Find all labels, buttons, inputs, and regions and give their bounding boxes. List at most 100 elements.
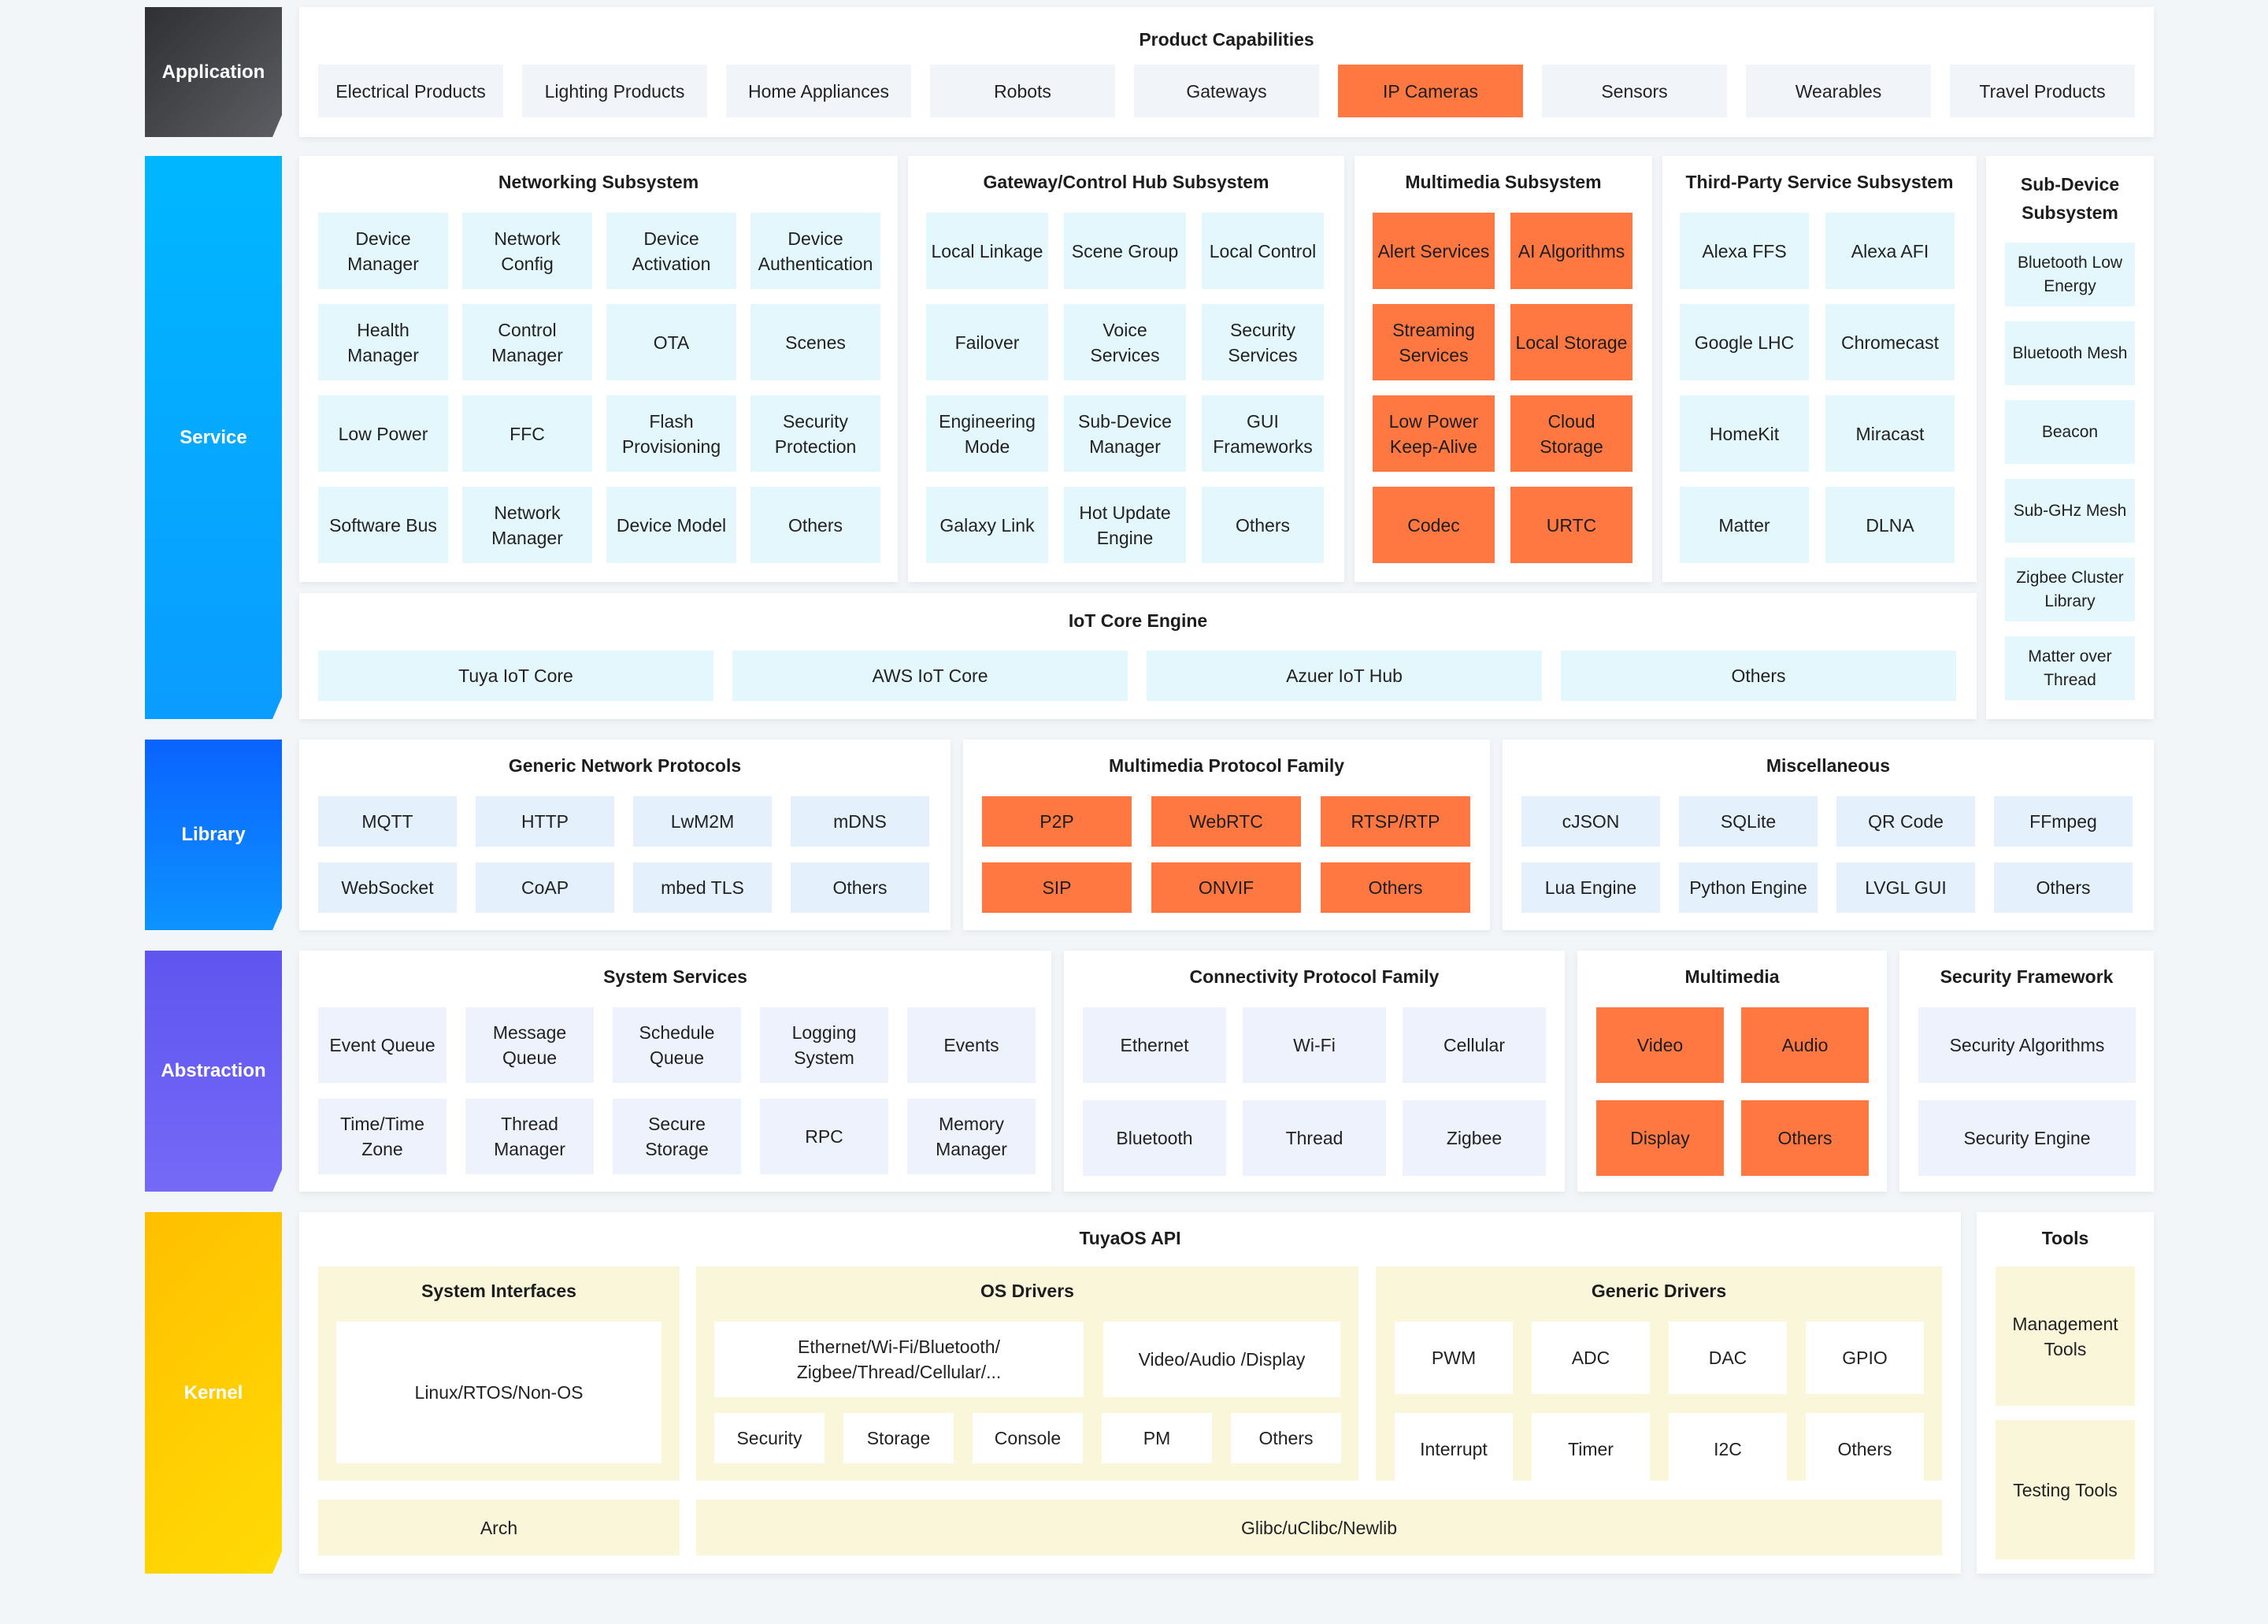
- multimedia-protocol-family-panel: Multimedia Protocol Family P2P WebRTC RTSP…: [963, 740, 1490, 930]
- networking-subsystem-panel: Networking Subsystem Device Manager Netwo…: [299, 156, 898, 582]
- abstraction-multimedia-panel: Multimedia Video Audio Display Others: [1577, 951, 1887, 1192]
- os-driver-pm: PM: [1102, 1413, 1212, 1463]
- networking-health-manager: Health Manager: [318, 304, 448, 380]
- product-ip-cameras: IP Cameras: [1338, 65, 1523, 117]
- os-drivers-group: OS Drivers Ethernet/Wi-Fi/Bluetooth/ Zig…: [696, 1266, 1358, 1481]
- system-service-events: Events: [907, 1007, 1036, 1083]
- system-service-secure-storage: Secure Storage: [613, 1099, 741, 1174]
- product-electrical-products: Electrical Products: [318, 65, 503, 117]
- networking-low-power: Low Power: [318, 395, 448, 472]
- generic-drivers-group: Generic Drivers PWM ADC DAC GPIO Interrupt Ti…: [1376, 1266, 1942, 1485]
- protocol-mbed-tls: mbed TLS: [633, 862, 772, 913]
- gateway-galaxy-link: Galaxy Link: [926, 487, 1048, 563]
- protocol-lwm2m: LwM2M: [633, 796, 772, 847]
- sub-device-subsystem-panel: Sub-Device Subsystem Bluetooth Low Energ…: [1986, 156, 2154, 719]
- multimedia-streaming-services: Streaming Services: [1373, 304, 1495, 380]
- networking-scenes: Scenes: [750, 304, 880, 380]
- third-party-google-lhc: Google LHC: [1680, 304, 1809, 380]
- connectivity-drivers-item: Ethernet/Wi-Fi/Bluetooth/ Zigbee/Thread/…: [714, 1322, 1084, 1397]
- system-service-thread-manager: Thread Manager: [465, 1099, 594, 1174]
- multimedia-codec: Codec: [1373, 487, 1495, 563]
- abs-multimedia-display: Display: [1596, 1100, 1724, 1176]
- sub-device-bluetooth-low-energy: Bluetooth Low Energy: [2005, 243, 2135, 306]
- multimedia-low-power-keep-alive: Low Power Keep-Alive: [1373, 395, 1495, 472]
- iot-core-engine-panel: IoT Core Engine Tuya IoT Core AWS IoT Cor…: [299, 593, 1977, 719]
- system-service-time-time-zone: Time/Time Zone: [318, 1099, 447, 1174]
- connectivity-thread: Thread: [1243, 1100, 1386, 1176]
- sub-device-sub-ghz-mesh: Sub-GHz Mesh: [2005, 479, 2135, 543]
- system-interfaces-title: System Interfaces: [421, 1281, 576, 1301]
- product-wearables: Wearables: [1746, 65, 1931, 117]
- layer-label-service: Service: [145, 156, 282, 719]
- networking-network-manager: Network Manager: [462, 487, 592, 563]
- multimedia-subsystem-panel: Multimedia Subsystem Alert Services AI Al…: [1354, 156, 1652, 582]
- iot-core-engine-title: IoT Core Engine: [1068, 610, 1208, 631]
- media-protocol-p2p: P2P: [982, 796, 1132, 847]
- product-gateways: Gateways: [1134, 65, 1319, 117]
- gateway-security-services: Security Services: [1202, 304, 1324, 380]
- networking-others: Others: [750, 487, 880, 563]
- gateway-local-control: Local Control: [1202, 213, 1324, 289]
- security-framework-title: Security Framework: [1940, 966, 2114, 987]
- misc-qr-code: QR Code: [1836, 796, 1975, 847]
- multimedia-subsystem-title: Multimedia Subsystem: [1405, 172, 1602, 192]
- os-driver-security: Security: [714, 1413, 825, 1463]
- misc-lua-engine: Lua Engine: [1521, 862, 1660, 913]
- sub-device-subsystem-title: Sub-Device Subsystem: [2020, 174, 2120, 223]
- generic-driver-gpio: GPIO: [1806, 1322, 1924, 1394]
- media-drivers-item: Video/Audio /Display: [1103, 1322, 1340, 1397]
- third-party-homekit: HomeKit: [1680, 395, 1809, 472]
- protocol-mqtt: MQTT: [318, 796, 457, 847]
- third-party-matter: Matter: [1680, 487, 1809, 563]
- third-party-dlna: DLNA: [1825, 487, 1955, 563]
- product-robots: Robots: [930, 65, 1115, 117]
- networking-device-model: Device Model: [606, 487, 736, 563]
- misc-ffmpeg: FFmpeg: [1994, 796, 2133, 847]
- misc-cjson: cJSON: [1521, 796, 1660, 847]
- gateway-local-linkage: Local Linkage: [926, 213, 1048, 289]
- product-capabilities-title: Product Capabilities: [1139, 29, 1314, 50]
- gateway-engineering-mode: Engineering Mode: [926, 395, 1048, 472]
- layer-label-library: Library: [145, 740, 282, 930]
- generic-driver-i2c: I2C: [1669, 1413, 1787, 1485]
- media-protocol-others: Others: [1321, 862, 1470, 913]
- system-service-memory-manager: Memory Manager: [907, 1099, 1036, 1174]
- networking-flash-provisioning: Flash Provisioning: [606, 395, 736, 472]
- security-security-algorithms: Security Algorithms: [1918, 1007, 2136, 1083]
- sub-device-zigbee-cluster-library: Zigbee Cluster Library: [2005, 558, 2135, 621]
- generic-driver-interrupt: Interrupt: [1395, 1413, 1513, 1485]
- multimedia-alert-services: Alert Services: [1373, 213, 1495, 289]
- system-service-message-queue: Message Queue: [465, 1007, 594, 1083]
- layer-label-abstraction: Abstraction: [145, 951, 282, 1192]
- tool-testing-tools: Testing Tools: [1996, 1420, 2135, 1559]
- third-party-alexa-afi: Alexa AFI: [1825, 213, 1955, 289]
- product-home-appliances: Home Appliances: [726, 65, 911, 117]
- system-service-rpc: RPC: [760, 1099, 888, 1174]
- gateway-subsystem-panel: Gateway/Control Hub Subsystem Local Link…: [908, 156, 1344, 582]
- gateway-voice-services: Voice Services: [1064, 304, 1186, 380]
- generic-driver-others: Others: [1806, 1413, 1924, 1485]
- connectivity-ethernet: Ethernet: [1083, 1007, 1226, 1083]
- iot-core-tuya-iot-core: Tuya IoT Core: [318, 651, 713, 701]
- product-sensors: Sensors: [1542, 65, 1727, 117]
- generic-drivers-title: Generic Drivers: [1591, 1281, 1727, 1301]
- generic-driver-pwm: PWM: [1395, 1322, 1513, 1394]
- networking-control-manager: Control Manager: [462, 304, 592, 380]
- os-driver-others: Others: [1231, 1413, 1341, 1463]
- generic-network-protocols-panel: Generic Network Protocols MQTT HTTP LwM2M m…: [299, 740, 951, 930]
- os-driver-console: Console: [973, 1413, 1083, 1463]
- networking-network-config: Network Config: [462, 213, 592, 289]
- gateway-others: Others: [1202, 487, 1324, 563]
- tools-panel: Tools Management Tools Testing Tools: [1977, 1212, 2154, 1574]
- sub-device-matter-over-thread: Matter over Thread: [2005, 636, 2135, 700]
- miscellaneous-panel: Miscellaneous cJSON SQLite QR Code FFmpeg Lu…: [1503, 740, 2154, 930]
- third-party-miracast: Miracast: [1825, 395, 1955, 472]
- third-party-alexa-ffs: Alexa FFS: [1680, 213, 1809, 289]
- os-driver-storage: Storage: [843, 1413, 954, 1463]
- multimedia-ai-algorithms: AI Algorithms: [1510, 213, 1632, 289]
- system-interfaces-group: System Interfaces Linux/RTOS/Non-OS: [318, 1266, 680, 1481]
- iot-core-aws-iot-core: AWS IoT Core: [732, 651, 1128, 701]
- gateway-gui-frameworks: GUI Frameworks: [1202, 395, 1324, 472]
- system-services-panel: System Services Event Queue Message Queue…: [299, 951, 1051, 1192]
- iot-core-azuer-iot-hub: Azuer IoT Hub: [1147, 651, 1542, 701]
